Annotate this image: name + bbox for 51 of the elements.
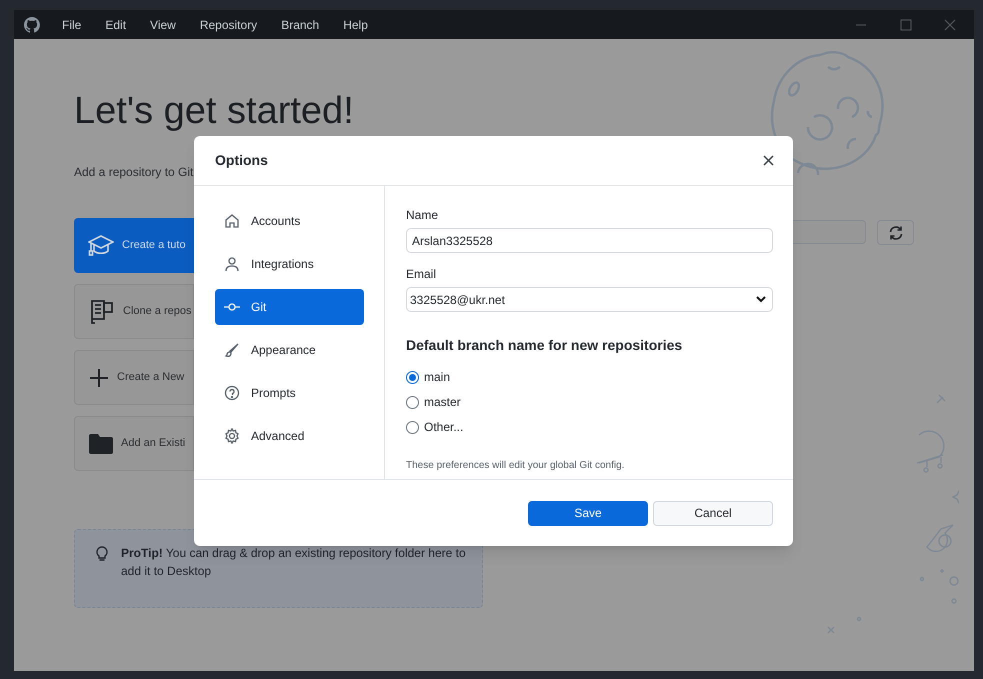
menu-item[interactable]: Branch (269, 14, 332, 34)
section-heading: Default branch name for new repositories (406, 336, 684, 355)
radio-button[interactable] (406, 396, 419, 408)
field-label: Email (406, 267, 438, 281)
menu-item[interactable]: Help (331, 14, 380, 34)
refresh-icon (888, 224, 904, 240)
nav-item[interactable]: Appearance (215, 332, 364, 368)
note-text: These preferences will edit your global Git config. (406, 459, 626, 473)
chevron-icon (756, 296, 766, 303)
close-icon[interactable] (763, 155, 774, 166)
welcome-subtitle: Add a repository to Git (74, 164, 194, 181)
cancel-button[interactable]: Cancel (653, 500, 773, 526)
menu-item[interactable]: Repository (188, 14, 270, 34)
person-icon (224, 256, 240, 272)
menu-item[interactable]: Edit (93, 14, 138, 34)
action-button[interactable]: Create a tuto (74, 218, 194, 273)
protip-text: ProTip! You can drag & drop an existing repository folder here to add it to Desktop (121, 545, 466, 580)
graduation-cap-icon (88, 234, 114, 258)
nav-item[interactable]: Advanced (215, 418, 364, 454)
maximize-icon[interactable] (900, 18, 912, 30)
save-button[interactable]: Save (528, 500, 648, 526)
nav-item[interactable]: Git (215, 289, 364, 325)
action-button[interactable]: Add an Existi (74, 416, 194, 471)
lightbulb-icon (95, 546, 109, 562)
radio-label: Other... (424, 419, 464, 436)
gear-icon (224, 428, 240, 444)
book-icon (89, 298, 115, 324)
menu-item[interactable]: View (138, 14, 188, 34)
folder-icon (89, 434, 113, 454)
radio-button[interactable] (406, 370, 419, 384)
plus-icon (89, 368, 109, 388)
name-field[interactable]: Arslan3325528 (406, 228, 773, 253)
radio-button[interactable] (406, 420, 419, 434)
field-label: Name (406, 208, 440, 222)
radio-label: master (424, 394, 461, 411)
menu-item[interactable]: File (50, 14, 94, 34)
nav-item[interactable]: Accounts (215, 203, 364, 239)
nav-item[interactable]: Integrations (215, 246, 364, 282)
logo-icon[interactable] (24, 16, 40, 32)
home-icon (224, 213, 240, 229)
action-button[interactable]: Create a New (74, 350, 194, 405)
nav-item[interactable]: Prompts (215, 375, 364, 411)
question-icon (224, 385, 240, 401)
email-select[interactable]: 3325528@ukr.net (406, 287, 773, 312)
input-field[interactable] (793, 220, 866, 244)
dialog-title: Options (215, 151, 268, 170)
welcome-heading: Let's get started! (74, 89, 354, 133)
action-button[interactable]: Clone a repos (74, 284, 194, 339)
refresh-button[interactable] (877, 220, 914, 245)
radio-label: main (424, 369, 450, 386)
paintbrush-icon (224, 342, 240, 358)
